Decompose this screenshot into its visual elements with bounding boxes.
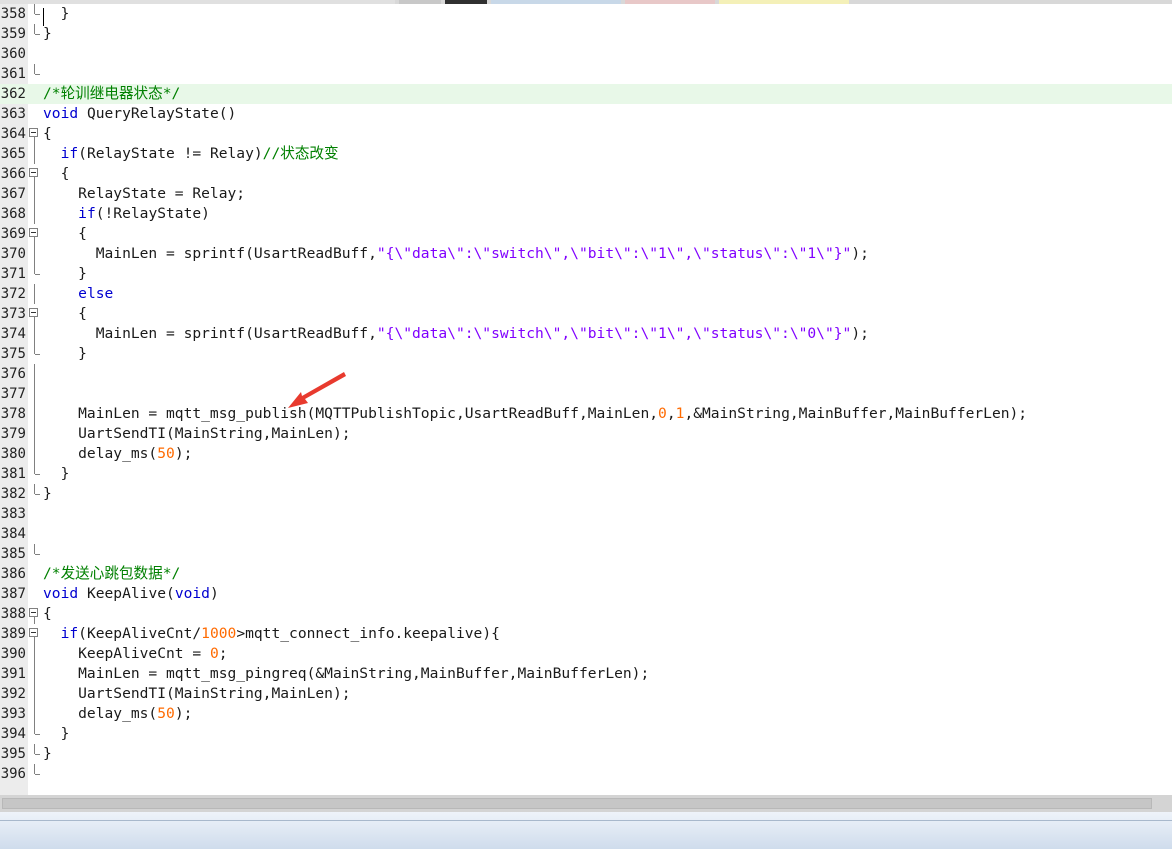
red-arrow-icon — [288, 372, 346, 408]
code-editor[interactable]: 358 } 359} 360 361 362/*轮训继电器状态*/363 void Que… — [0, 4, 1172, 795]
status-bar-divider — [0, 820, 1172, 821]
status-bar — [0, 812, 1172, 849]
scrollbar-thumb[interactable] — [2, 798, 1152, 809]
horizontal-scrollbar[interactable] — [0, 795, 1172, 812]
